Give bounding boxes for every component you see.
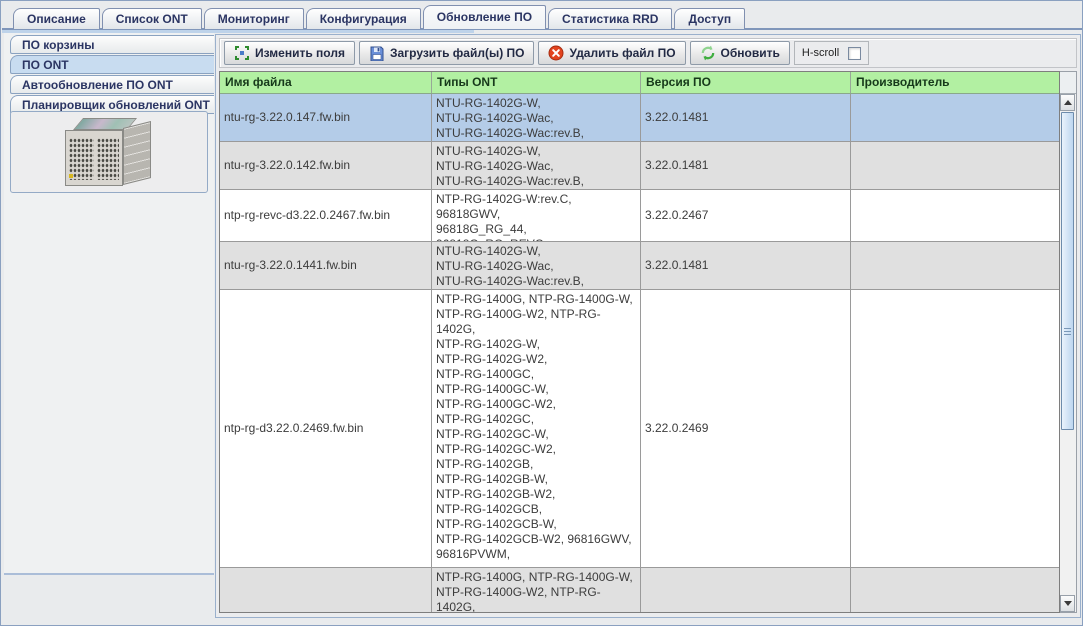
table-header: Имя файла Типы ONT Версия ПО Производите…	[220, 72, 1059, 94]
version-cell: 3.22.0.1481	[641, 142, 851, 189]
upload-firmware-label: Загрузить файл(ы) ПО	[389, 46, 525, 60]
tab-underline-highlight	[2, 30, 474, 33]
tab-description[interactable]: Описание	[13, 8, 100, 29]
sidebar: ПО корзины ПО ONT Автообновление ПО ONT …	[4, 33, 214, 575]
table-row[interactable]: ntp-rg-d3.22.0.2469.fw.bin NTP-RG-1400G, …	[220, 290, 1059, 568]
scroll-up-button[interactable]	[1060, 94, 1075, 111]
version-cell: 3.22.0.1481	[641, 94, 851, 141]
table-row[interactable]: ntu-rg-3.22.0.1441.fw.bin NTU-RG-1402G-W,…	[220, 242, 1059, 290]
sidebar-item-ont-firmware[interactable]: ПО ONT	[10, 55, 214, 74]
column-header-version[interactable]: Версия ПО	[641, 72, 851, 93]
tab-rrd-statistics[interactable]: Статистика RRD	[548, 8, 673, 29]
ont-types-cell: NTU-RG-1402G-W, NTU-RG-1402G-Wac, NTU-RG…	[432, 142, 641, 189]
firmware-table-body: ntu-rg-3.22.0.147.fw.bin NTU-RG-1402G-W, …	[220, 94, 1059, 612]
main-tabs: Описание Список ONT Мониторинг Конфигура…	[13, 5, 746, 29]
sidebar-item-ont-auto-update[interactable]: Автообновление ПО ONT	[10, 75, 214, 94]
chassis-photo	[59, 115, 159, 189]
ont-types-cell: NTP-RG-1402G-W:rev.C, 96818GWV, 96818G_R…	[432, 190, 641, 241]
content-panel: Изменить поля Загрузить файл(ы) ПО Удали…	[215, 34, 1081, 618]
upload-firmware-button[interactable]: Загрузить файл(ы) ПО	[358, 41, 535, 65]
table-row[interactable]: ntu-rg-3.22.0.147.fw.bin NTU-RG-1402G-W, …	[220, 94, 1059, 142]
chassis-front-face	[65, 130, 123, 186]
file-name-cell: ntu-rg-3.22.0.142.fw.bin	[220, 142, 432, 189]
chassis-side-face	[123, 121, 151, 185]
file-name-cell: ntp-rg-revc-d3.22.0.2467.fw.bin	[220, 190, 432, 241]
tab-ont-list[interactable]: Список ONT	[101, 8, 202, 29]
column-header-file-name[interactable]: Имя файла	[220, 72, 432, 93]
version-cell	[641, 568, 851, 612]
app-window: Описание Список ONT Мониторинг Конфигура…	[0, 0, 1083, 626]
ont-types-cell: NTP-RG-1400G, NTP-RG-1400G-W, NTP-RG-140…	[432, 568, 641, 612]
scrollbar-thumb[interactable]	[1061, 112, 1074, 430]
firmware-table-main: Имя файла Типы ONT Версия ПО Производите…	[219, 71, 1060, 613]
arrow-up-icon	[1063, 100, 1072, 105]
h-scroll-panel: H-scroll	[793, 41, 870, 65]
vendor-cell	[851, 142, 1059, 189]
edit-fields-button[interactable]: Изменить поля	[224, 41, 355, 65]
save-icon	[370, 46, 384, 61]
version-cell: 3.22.0.2469	[641, 290, 851, 567]
refresh-label: Обновить	[720, 46, 780, 60]
edit-fields-label: Изменить поля	[255, 46, 345, 60]
sidebar-item-shelf-firmware[interactable]: ПО корзины	[10, 35, 214, 54]
arrow-down-icon	[1063, 601, 1072, 606]
file-name-cell: ntu-rg-3.22.0.147.fw.bin	[220, 94, 432, 141]
column-header-ont-types[interactable]: Типы ONT	[432, 72, 641, 93]
firmware-table: Имя файла Типы ONT Версия ПО Производите…	[219, 71, 1077, 613]
tab-monitoring[interactable]: Мониторинг	[203, 8, 304, 29]
version-cell: 3.22.0.1481	[641, 242, 851, 289]
table-row[interactable]: ntu-rg-3.22.0.142.fw.bin NTU-RG-1402G-W, …	[220, 142, 1059, 190]
delete-firmware-label: Удалить файл ПО	[569, 46, 676, 60]
tab-firmware-update[interactable]: Обновление ПО	[422, 5, 547, 29]
column-header-vendor[interactable]: Производитель	[851, 72, 1059, 93]
toolbar: Изменить поля Загрузить файл(ы) ПО Удали…	[219, 38, 1077, 68]
ont-types-cell: NTU-RG-1402G-W, NTU-RG-1402G-Wac, NTU-RG…	[432, 94, 641, 141]
file-name-cell	[220, 568, 432, 612]
delete-firmware-button[interactable]: Удалить файл ПО	[538, 41, 686, 65]
file-name-cell: ntp-rg-d3.22.0.2469.fw.bin	[220, 290, 432, 567]
table-row[interactable]: NTP-RG-1400G, NTP-RG-1400G-W, NTP-RG-140…	[220, 568, 1059, 612]
h-scroll-checkbox[interactable]	[848, 46, 862, 60]
table-row[interactable]: ntp-rg-revc-d3.22.0.2467.fw.bin NTP-RG-14…	[220, 190, 1059, 242]
ont-types-cell: NTU-RG-1402G-W, NTU-RG-1402G-Wac, NTU-RG…	[432, 242, 641, 289]
vertical-scrollbar[interactable]	[1060, 71, 1077, 613]
device-image-panel	[10, 111, 208, 193]
scrollbar-header-corner	[1060, 72, 1076, 94]
edit-fields-icon	[235, 46, 249, 60]
vendor-cell	[851, 568, 1059, 612]
refresh-icon	[701, 45, 714, 61]
version-cell: 3.22.0.2467	[641, 190, 851, 241]
tab-access[interactable]: Доступ	[674, 8, 746, 29]
vendor-cell	[851, 290, 1059, 567]
scroll-down-button[interactable]	[1060, 595, 1075, 612]
delete-icon	[548, 45, 564, 61]
refresh-button[interactable]: Обновить	[689, 41, 790, 65]
vendor-cell	[851, 94, 1059, 141]
vendor-cell	[851, 190, 1059, 241]
ont-types-cell: NTP-RG-1400G, NTP-RG-1400G-W, NTP-RG-140…	[432, 290, 641, 567]
vendor-cell	[851, 242, 1059, 289]
h-scroll-label: H-scroll	[801, 47, 840, 59]
tab-configuration[interactable]: Конфигурация	[305, 8, 421, 29]
file-name-cell: ntu-rg-3.22.0.1441.fw.bin	[220, 242, 432, 289]
